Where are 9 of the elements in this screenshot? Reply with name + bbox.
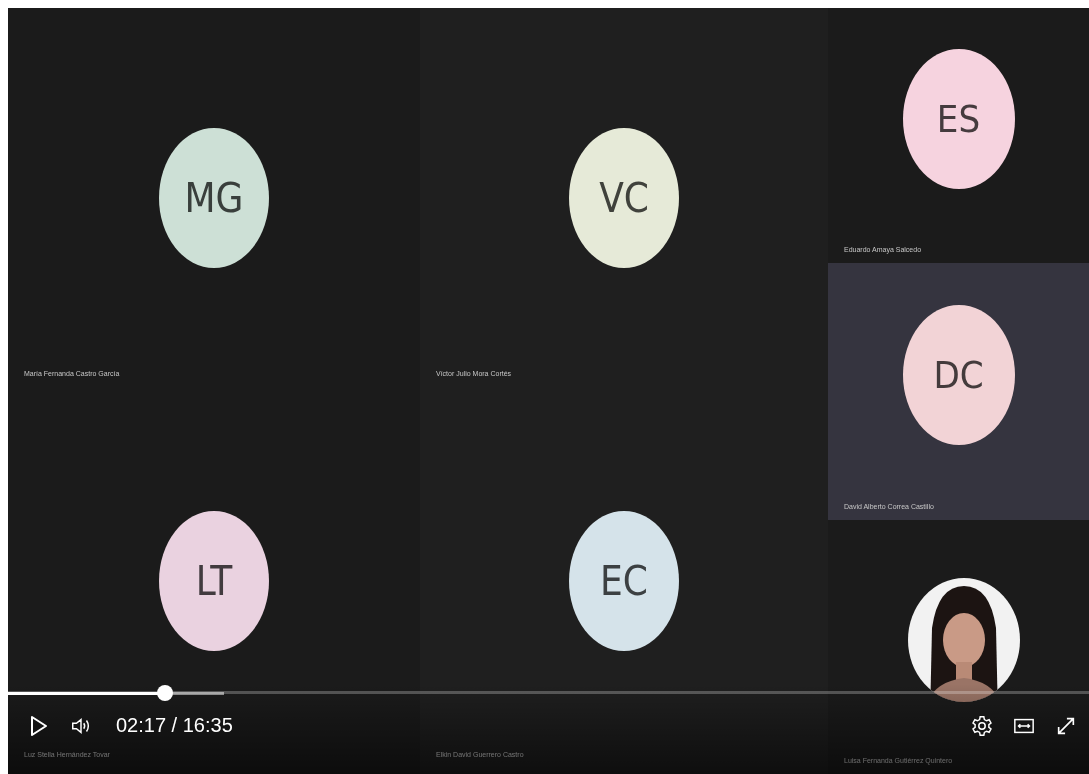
playback-time: 02:17 / 16:35 [116, 714, 233, 737]
avatar: EC [569, 510, 679, 651]
avatar: VC [569, 127, 679, 268]
avatar: DC [902, 304, 1015, 445]
avatar: ES [902, 48, 1015, 189]
avatar: LT [159, 510, 269, 651]
settings-icon[interactable] [971, 714, 993, 737]
play-icon[interactable] [28, 714, 50, 737]
avatar: MG [159, 127, 269, 268]
